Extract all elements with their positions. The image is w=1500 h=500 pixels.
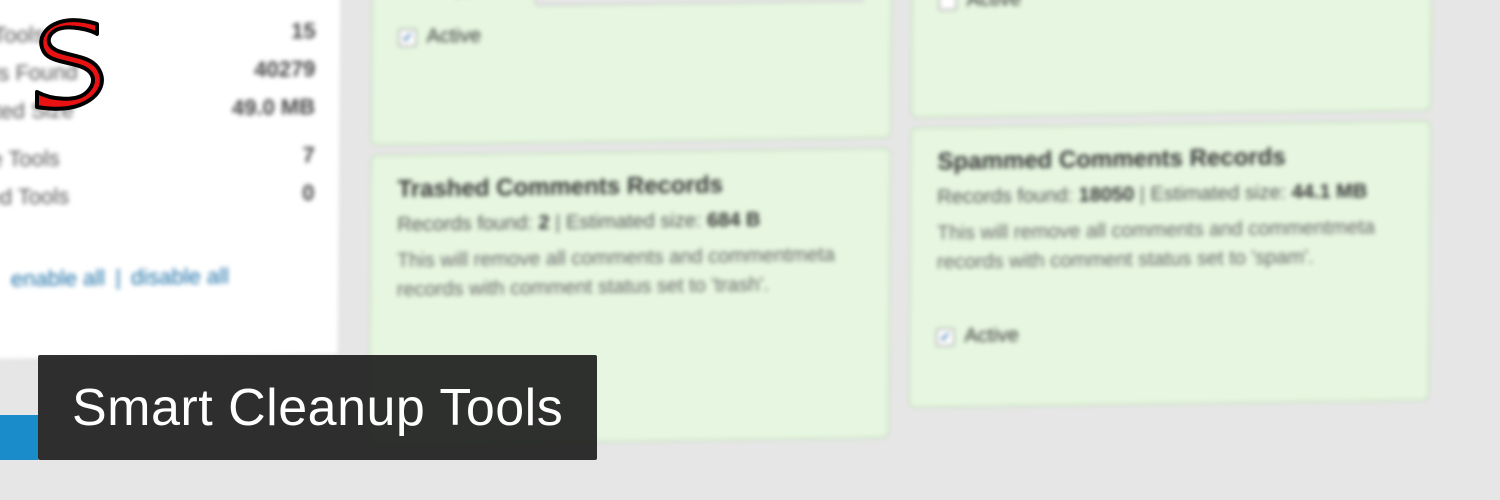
disable-all-link[interactable]: disable all — [131, 263, 229, 289]
records-value: 18050 — [1078, 184, 1134, 207]
banner-title: Smart Cleanup Tools — [38, 355, 597, 460]
stat-value: 49.0 MB — [232, 94, 315, 121]
post-types-row: Post Types: All Post Types ▼ — [399, 0, 865, 8]
stat-label: Disabled Tools — [0, 183, 69, 211]
stat-value: 0 — [302, 180, 314, 206]
active-checkbox[interactable]: ✓ — [936, 328, 954, 346]
size-value: 44.1 MB — [1292, 180, 1368, 203]
post-types-select[interactable]: All Post Types ▼ — [535, 0, 865, 6]
card-description: This will remove all comments and commen… — [937, 213, 1403, 278]
meta-prefix: Records found: — [397, 212, 538, 236]
stat-value: 7 — [302, 142, 314, 168]
stat-inactive-tools: Inactive Tools 7 — [0, 136, 315, 179]
stat-disabled-tools: Disabled Tools 0 — [0, 174, 315, 217]
card-autodraft-posts: status set to 'auto-draft'. Post Types: … — [911, 0, 1433, 118]
logo-icon — [22, 12, 122, 112]
card-title: Spammed Comments Records — [937, 142, 1403, 177]
toggle-links: enable all | disable all — [0, 262, 314, 293]
active-checkbox[interactable]: ✓ — [398, 28, 416, 46]
card-description: This will remove all comments and commen… — [397, 240, 863, 305]
active-label: Active — [967, 0, 1022, 12]
active-row: ✓ Active — [398, 19, 864, 49]
accent-bar — [0, 415, 38, 460]
size-prefix: | Estimated size: — [549, 210, 707, 234]
separator: | — [111, 265, 125, 290]
stat-value: 15 — [291, 18, 316, 44]
active-row: ✓ Active — [936, 319, 1402, 349]
stat-label: Inactive Tools — [0, 146, 60, 174]
stat-value: 40279 — [254, 56, 315, 83]
active-label: Active — [964, 324, 1019, 348]
card-title: Trashed Comments Records — [397, 169, 863, 204]
card-spammed-comments: Spammed Comments Records Records found: … — [909, 120, 1431, 407]
size-value: 684 B — [707, 209, 761, 232]
active-row: Active — [939, 0, 1405, 12]
card-trashed-posts: This will remove all posts and postmetas… — [371, 0, 893, 145]
records-value: 2 — [538, 212, 549, 234]
enable-all-link[interactable]: enable all — [11, 265, 105, 291]
meta-prefix: Records found: — [937, 184, 1078, 208]
active-checkbox[interactable] — [939, 0, 957, 10]
banner-text: Smart Cleanup Tools — [72, 378, 563, 438]
size-prefix: | Estimated size: — [1134, 181, 1292, 205]
active-label: Active — [426, 25, 481, 49]
card-meta: Records found: 2 | Estimated size: 684 B — [397, 207, 863, 237]
card-meta: Records found: 18050 | Estimated size: 4… — [937, 180, 1403, 210]
